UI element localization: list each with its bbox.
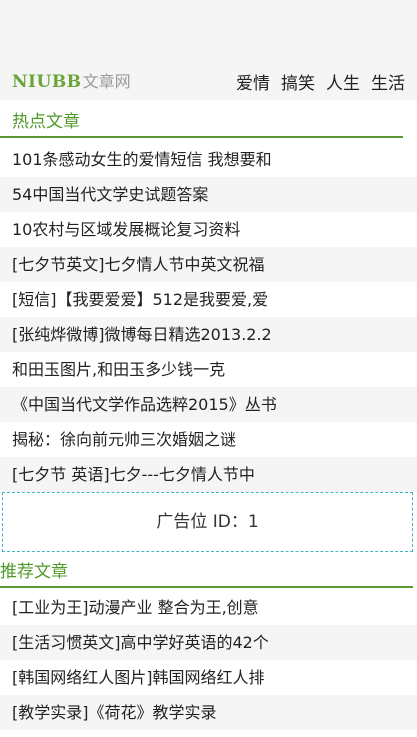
hot-article-link[interactable]: 和田玉图片,和田玉多少钱一克 — [0, 352, 417, 387]
hot-article-link[interactable]: [张纯烨微博]微博每日精选2013.2.2 — [0, 317, 417, 352]
recommended-articles-header: 推荐文章 — [0, 558, 417, 588]
hot-article-link[interactable]: 54中国当代文学史试题答案 — [0, 177, 417, 212]
hot-article-link[interactable]: 揭秘：徐向前元帅三次婚姻之谜 — [0, 422, 417, 457]
main-nav: 爱情 搞笑 人生 生活 — [236, 69, 405, 94]
recommended-article-link[interactable]: [生活习惯英文]高中学好英语的42个 — [0, 625, 417, 660]
ad-slot[interactable]: 广告位 ID：1 — [2, 492, 413, 552]
recommended-article-link[interactable]: [教学实录]《荷花》教学实录 — [0, 695, 417, 730]
nav-link-funny[interactable]: 搞笑 — [281, 69, 315, 94]
nav-link-living[interactable]: 生活 — [371, 69, 405, 94]
hot-articles-list: 101条感动女生的爱情短信 我想要和 54中国当代文学史试题答案 10农村与区域… — [0, 142, 417, 492]
recommended-articles-list: [工业为王]动漫产业 整合为王,创意 [生活习惯英文]高中学好英语的42个 [韩… — [0, 590, 417, 730]
hot-article-link[interactable]: [七夕节英文]七夕情人节中英文祝福 — [0, 247, 417, 282]
hot-article-link[interactable]: 《中国当代文学作品选粹2015》丛书 — [0, 387, 417, 422]
recommended-article-link[interactable]: [韩国网络红人图片]韩国网络红人排 — [0, 660, 417, 695]
hot-article-link[interactable]: [短信]【我要爱爱】512是我要爱,爱 — [0, 282, 417, 317]
nav-link-life[interactable]: 人生 — [326, 69, 360, 94]
hot-article-link[interactable]: 101条感动女生的爱情短信 我想要和 — [0, 142, 417, 177]
hot-articles-header: 热点文章 — [0, 108, 417, 138]
recommended-articles-title: 推荐文章 — [0, 562, 68, 582]
nav-link-love[interactable]: 爱情 — [236, 69, 270, 94]
hot-articles-title: 热点文章 — [12, 112, 80, 132]
hot-article-link[interactable]: 10农村与区域发展概论复习资料 — [0, 212, 417, 247]
hot-article-link[interactable]: [七夕节 英语]七夕---七夕情人节中 — [0, 457, 417, 492]
site-logo[interactable]: NIUBB 文章网 — [12, 68, 131, 92]
logo-mark: NIUBB — [12, 72, 82, 92]
recommended-article-link[interactable]: [工业为王]动漫产业 整合为王,创意 — [0, 590, 417, 625]
logo-text: 文章网 — [82, 72, 131, 91]
